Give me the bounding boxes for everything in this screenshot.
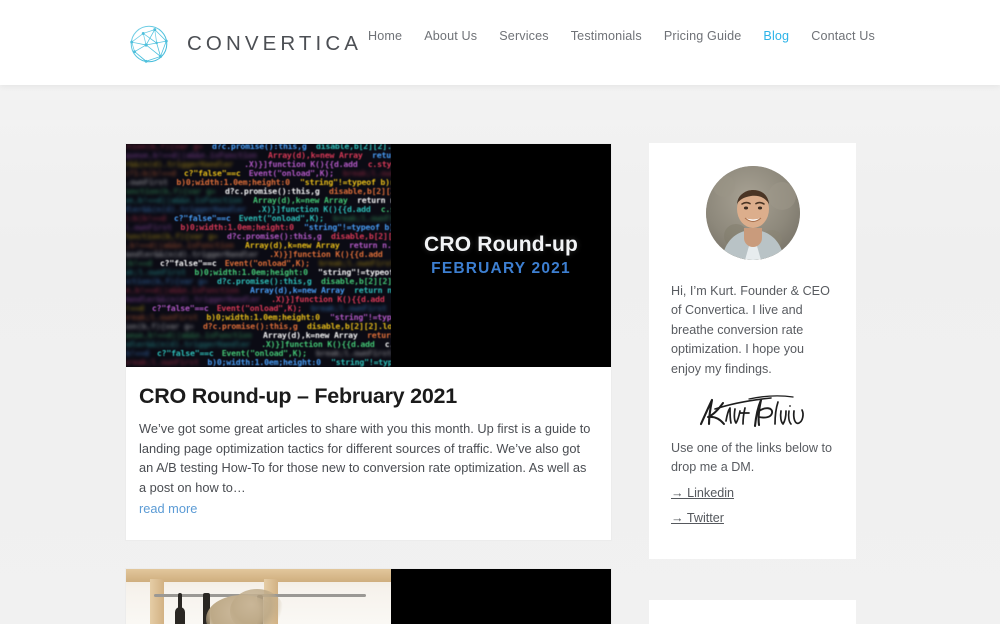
read-more-link[interactable]: read more [139, 501, 197, 516]
main-nav: Home About Us Services Testimonials Pric… [357, 29, 886, 43]
blurred-code-image: function(b,f){var g=d?c.promise():this,g… [126, 144, 393, 367]
nav-item-testimonials[interactable]: Testimonials [560, 29, 653, 43]
nav-item-contact-us[interactable]: Contact Us [800, 29, 886, 43]
post-body: CRO Round-up – February 2021 We’ve got s… [126, 367, 611, 540]
post-thumbnail[interactable]: function(b,f){var g=d?c.promise():this,g… [126, 144, 611, 367]
thumbnail-subheading: FEBRUARY 2021 [431, 260, 571, 277]
avatar-wrap [671, 166, 834, 260]
secondary-sidebar-card [649, 599, 856, 624]
avatar [705, 166, 800, 260]
brand-logo[interactable]: CONVERTICA [125, 20, 362, 68]
signature [671, 385, 834, 437]
author-bio: Hi, I’m Kurt. Founder & CEO of Convertic… [671, 284, 830, 376]
site-header: CONVERTICA Home About Us Services Testim… [0, 0, 1000, 85]
dried-foliage [230, 589, 284, 624]
nav-item-blog[interactable]: Blog [752, 29, 800, 43]
twitter-link[interactable]: → Twitter [671, 509, 834, 528]
wood-beam [126, 569, 393, 583]
kitchen-rail-image [126, 569, 393, 624]
wood-upright [150, 579, 164, 624]
page-body: function(b,f){var g=d?c.promise():this,g… [0, 85, 1000, 624]
dm-prompt: Use one of the links below to drop me a … [671, 441, 833, 475]
linkedin-link[interactable]: → Linkedin [671, 484, 834, 503]
network-sphere-icon [125, 20, 173, 68]
thumbnail-title-panel: CRO Round-up FEBRUARY 2021 [391, 144, 611, 367]
sidebar: Hi, I’m Kurt. Founder & CEO of Convertic… [649, 143, 856, 624]
brand-name: CONVERTICA [187, 32, 363, 55]
post-title[interactable]: CRO Round-up – February 2021 [139, 384, 595, 409]
author-card: Hi, I’m Kurt. Founder & CEO of Convertic… [649, 143, 856, 559]
nav-item-home[interactable]: Home [357, 29, 413, 43]
nav-item-pricing-guide[interactable]: Pricing Guide [653, 29, 753, 43]
nav-item-services[interactable]: Services [488, 29, 560, 43]
blog-post-list: function(b,f){var g=d?c.promise():this,g… [125, 143, 612, 624]
blog-post-card[interactable] [125, 568, 612, 624]
post-excerpt: We’ve got some great articles to share w… [139, 421, 591, 495]
nav-item-about-us[interactable]: About Us [413, 29, 488, 43]
hanging-utensil [175, 607, 185, 624]
post-thumbnail[interactable] [126, 569, 611, 624]
thumbnail-title-panel [391, 569, 611, 624]
thumbnail-heading: CRO Round-up [423, 233, 579, 256]
blog-post-card[interactable]: function(b,f){var g=d?c.promise():this,g… [125, 143, 612, 542]
